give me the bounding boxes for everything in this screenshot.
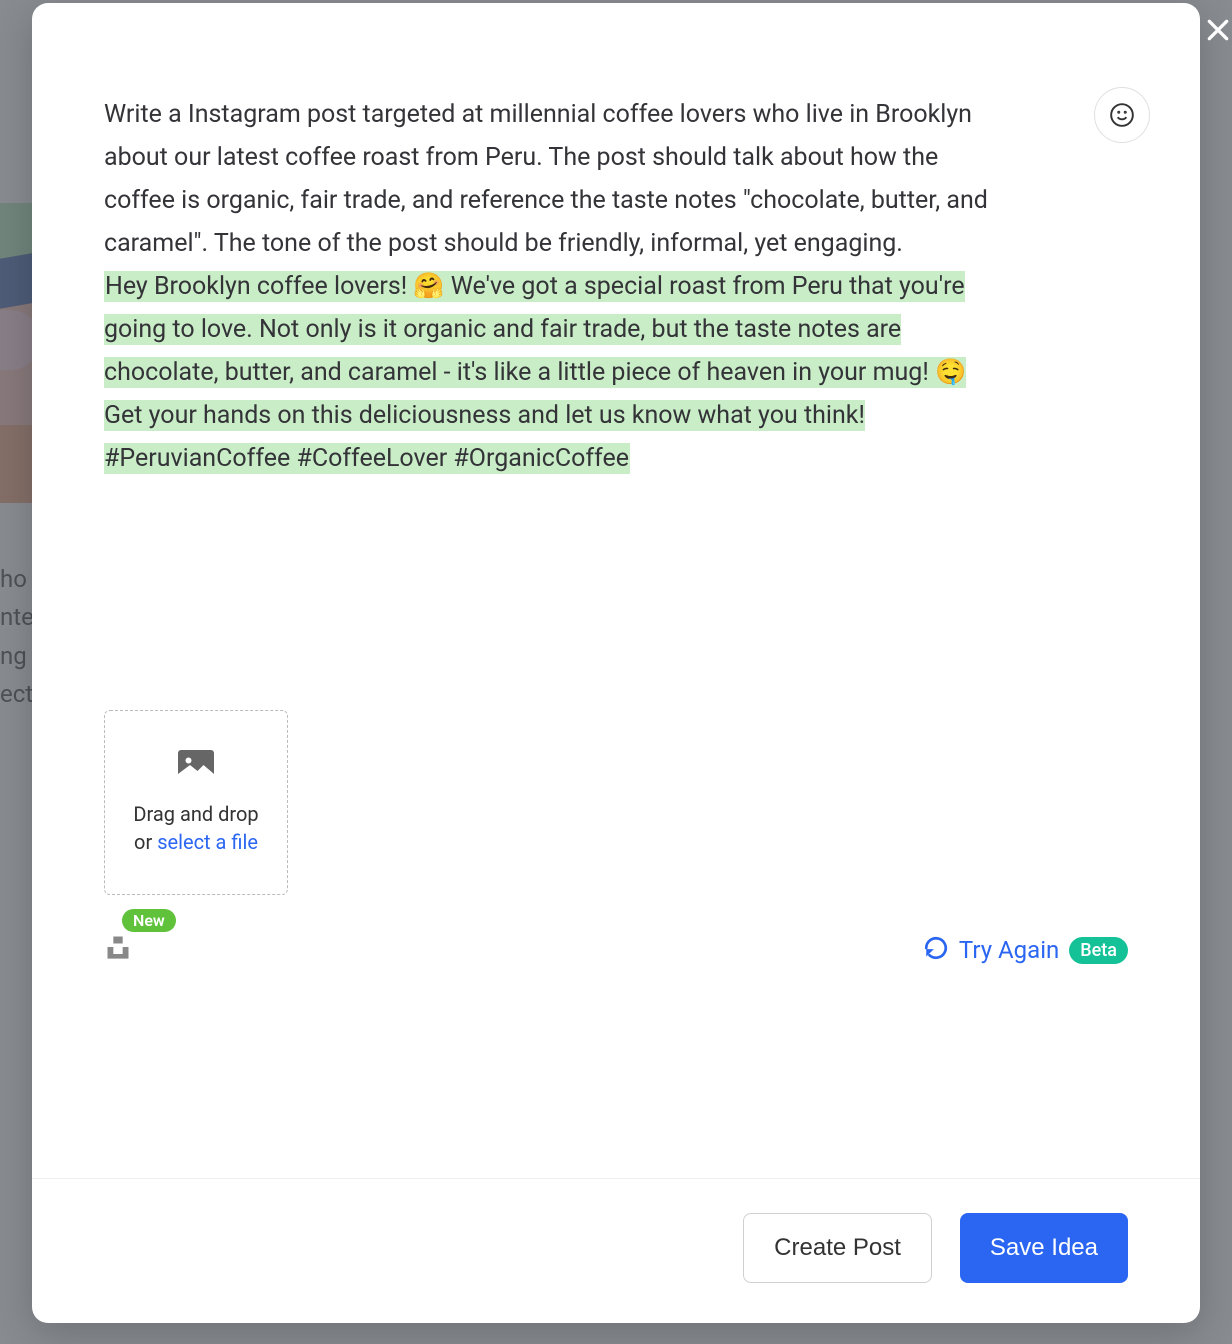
- generated-text: Hey Brooklyn coffee lovers! 🤗 We've got …: [104, 271, 966, 474]
- retry-icon: [923, 935, 949, 965]
- dropzone-label: Drag and drop or select a file: [133, 800, 258, 856]
- save-idea-button[interactable]: Save Idea: [960, 1213, 1128, 1283]
- bottom-actions-row: New Try Again Beta: [104, 933, 1128, 965]
- content-editor[interactable]: Write a Instagram post targeted at mille…: [104, 93, 1004, 480]
- create-post-button[interactable]: Create Post: [743, 1213, 932, 1283]
- new-badge: New: [122, 909, 176, 932]
- beta-badge: Beta: [1069, 937, 1128, 964]
- close-button[interactable]: [1198, 10, 1232, 50]
- modal-footer: Create Post Save Idea: [32, 1178, 1200, 1323]
- file-dropzone[interactable]: Drag and drop or select a file: [104, 710, 288, 895]
- try-again-button[interactable]: Try Again Beta: [923, 935, 1128, 965]
- content-modal: Write a Instagram post targeted at mille…: [32, 3, 1200, 1323]
- emoji-picker-button[interactable]: [1094, 87, 1150, 143]
- image-icon: [178, 750, 214, 784]
- stock-image-button[interactable]: New: [104, 933, 132, 965]
- prompt-text: Write a Instagram post targeted at mille…: [104, 100, 988, 258]
- try-again-label: Try Again: [959, 936, 1059, 964]
- modal-body: Write a Instagram post targeted at mille…: [32, 3, 1200, 1178]
- smiley-icon: [1109, 102, 1135, 128]
- select-file-link[interactable]: select a file: [157, 830, 258, 854]
- close-icon: [1205, 17, 1231, 43]
- unsplash-icon: [104, 933, 132, 965]
